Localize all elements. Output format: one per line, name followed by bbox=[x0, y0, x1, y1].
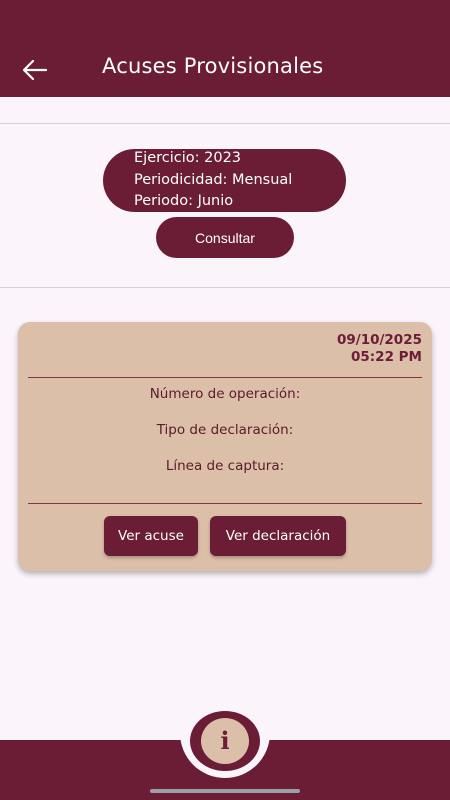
periodo-text: Periodo: Junio bbox=[134, 193, 234, 210]
info-glyph: i bbox=[220, 726, 230, 755]
acuse-card: 09/10/2025 05:22 PM Número de operación:… bbox=[18, 322, 432, 571]
page-title: Acuses Provisionales bbox=[102, 54, 324, 78]
ver-acuse-button[interactable]: Ver acuse bbox=[104, 516, 198, 556]
info-button[interactable]: i bbox=[190, 711, 260, 771]
card-top-divider bbox=[28, 377, 422, 378]
card-bottom-divider bbox=[28, 503, 422, 504]
card-date: 09/10/2025 bbox=[336, 332, 422, 348]
app-bar: Acuses Provisionales bbox=[0, 0, 450, 97]
consultar-button[interactable]: Consultar bbox=[156, 217, 294, 258]
period-selector[interactable]: Ejercicio: 2023 Periodicidad: Mensual Pe… bbox=[103, 149, 346, 212]
arrow-left-icon[interactable] bbox=[20, 55, 50, 85]
card-datetime: 09/10/2025 05:22 PM bbox=[337, 332, 422, 366]
home-indicator[interactable] bbox=[150, 789, 300, 793]
info-icon: i bbox=[201, 718, 249, 764]
middle-divider bbox=[0, 287, 450, 288]
linea-captura-label: Línea de captura: bbox=[165, 458, 285, 474]
ejercicio-text: Ejercicio: 2023 bbox=[134, 150, 242, 167]
periodicidad-text: Periodicidad: Mensual bbox=[134, 171, 293, 188]
ver-declaracion-button[interactable]: Ver declaración bbox=[210, 516, 346, 556]
tipo-declaracion-label: Tipo de declaración: bbox=[156, 422, 294, 438]
card-time: 05:22 PM bbox=[350, 349, 422, 365]
top-divider bbox=[0, 123, 450, 124]
numero-operacion-label: Número de operación: bbox=[149, 386, 301, 402]
